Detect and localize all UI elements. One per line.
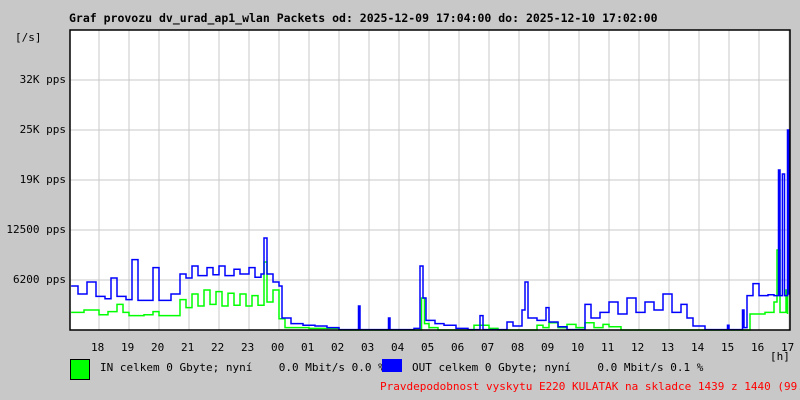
footer-note: Pravdepodobnost vyskytu E220 KULATAK na …: [380, 380, 800, 393]
x-tick-label: 15: [721, 341, 735, 354]
x-tick-label: 11: [601, 341, 615, 354]
x-tick-label: 09: [541, 341, 555, 354]
x-tick-label: 13: [661, 341, 675, 354]
x-tick-label: 10: [571, 341, 585, 354]
in-legend-text: IN celkem 0 Gbyte; nyní 0.0 Mbit/s 0.0 %: [100, 361, 385, 374]
y-tick-label: 6200 pps: [13, 273, 66, 286]
y-tick-label: 32K pps: [19, 73, 66, 86]
x-tick-label: 23: [241, 341, 255, 354]
x-tick-label: 16: [751, 341, 765, 354]
x-tick-label: 07: [481, 341, 495, 354]
x-tick-label: 08: [511, 341, 525, 354]
y-tick-label: 12500 pps: [6, 223, 66, 236]
x-tick-label: 06: [451, 341, 465, 354]
x-tick-label: 02: [331, 341, 345, 354]
x-tick-label: 22: [211, 341, 225, 354]
x-tick-label: 19: [121, 341, 135, 354]
out-legend-text: OUT celkem 0 Gbyte; nyní 0.0 Mbit/s 0.1 …: [412, 361, 704, 374]
x-tick-label: 12: [631, 341, 645, 354]
x-tick-label: 05: [421, 341, 435, 354]
traffic-graph: Graf provozu dv_urad_ap1_wlan Packets od…: [0, 0, 800, 400]
x-tick-label: 21: [181, 341, 195, 354]
y-tick-label: 25K pps: [19, 123, 66, 136]
in-legend-swatch: [70, 359, 90, 380]
x-tick-label: 20: [151, 341, 165, 354]
plot-area: [69, 29, 791, 331]
x-tick-label: 04: [391, 341, 405, 354]
x-tick-label: 14: [691, 341, 705, 354]
x-tick-label: 03: [361, 341, 375, 354]
x-tick-label: 18: [91, 341, 105, 354]
x-axis-unit: [h]: [770, 350, 790, 363]
out-legend-swatch: [382, 359, 402, 372]
x-tick-label: 00: [271, 341, 285, 354]
x-tick-label: 01: [301, 341, 315, 354]
y-tick-label: 19K pps: [19, 173, 66, 186]
